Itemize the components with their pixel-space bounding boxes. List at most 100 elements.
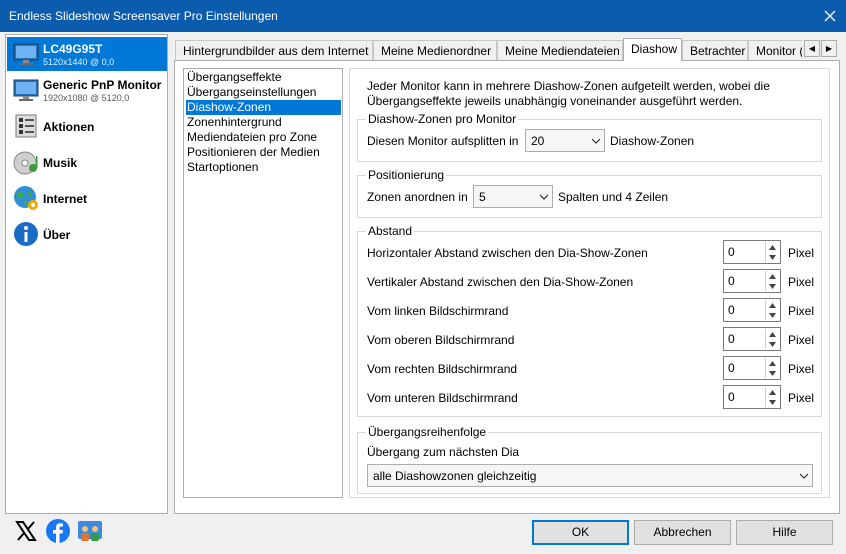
unit-label: Pixel: [788, 304, 815, 318]
nav-item-zonenhintergrund[interactable]: Zonenhintergrund: [186, 115, 341, 130]
spacing-label-left: Vom linken Bildschirmrand: [367, 304, 509, 318]
spin-down-icon[interactable]: [766, 252, 779, 262]
unit-label: Pixel: [788, 362, 815, 376]
position-suffix: Spalten und 4 Zeilen: [558, 190, 669, 204]
zones-count-select[interactable]: 20: [525, 129, 605, 152]
unit-label: Pixel: [788, 333, 815, 347]
left-item-lc49g95t[interactable]: LC49G95T 5120x1440 @ 0,0: [7, 37, 167, 71]
spin-up-icon[interactable]: [766, 271, 779, 281]
ok-button[interactable]: OK: [532, 520, 629, 545]
stepper-value: 0: [728, 361, 735, 375]
tab-label: Diashow: [631, 42, 678, 56]
spacing-label-right: Vom rechten Bildschirmrand: [367, 362, 518, 376]
community-icon[interactable]: [77, 518, 103, 544]
window-title: Endless Slideshow Screensaver Pro Einste…: [9, 9, 278, 23]
monitor-icon: [12, 40, 40, 68]
group-title: Übergangsreihenfolge: [366, 425, 489, 439]
tab-monitor[interactable]: Monitor ((: [748, 40, 802, 61]
spacing-vertical-stepper[interactable]: 0: [723, 269, 781, 293]
zones-suffix: Diashow-Zonen: [610, 134, 695, 148]
spin-down-icon[interactable]: [766, 281, 779, 291]
spacing-left-stepper[interactable]: 0: [723, 298, 781, 322]
nav-item-uebergangseinstellungen[interactable]: Übergangseinstellungen: [186, 85, 341, 100]
stepper-value: 0: [728, 303, 735, 317]
settings-nav-list: Übergangseffekte Übergangseinstellungen …: [183, 68, 343, 498]
stepper-value: 0: [728, 332, 735, 346]
select-value: 20: [531, 134, 545, 148]
left-category-list: LC49G95T 5120x1440 @ 0,0 Generic PnP Mon…: [5, 34, 168, 514]
columns-select[interactable]: 5: [473, 185, 553, 208]
select-value: alle Diashowzonen gleichzeitig: [373, 469, 537, 483]
help-button[interactable]: Hilfe: [736, 520, 833, 545]
spacing-horizontal-stepper[interactable]: 0: [723, 240, 781, 264]
spacing-bottom-stepper[interactable]: 0: [723, 385, 781, 409]
spin-down-icon[interactable]: [766, 397, 779, 407]
monitor-icon: [12, 76, 40, 104]
left-item-internet[interactable]: Internet: [7, 181, 167, 215]
tab-betrachter[interactable]: Betrachter: [682, 40, 748, 61]
tab-label: Meine Mediendateien: [505, 44, 620, 58]
spin-up-icon[interactable]: [766, 300, 779, 310]
spin-down-icon[interactable]: [766, 368, 779, 378]
left-item-label: Internet: [43, 192, 88, 206]
left-item-musik[interactable]: Musik: [7, 145, 167, 179]
spacing-top-stepper[interactable]: 0: [723, 327, 781, 351]
left-item-label: Musik: [43, 156, 78, 170]
info-icon: [12, 220, 40, 248]
spin-up-icon[interactable]: [766, 387, 779, 397]
nav-item-uebergangseffekte[interactable]: Übergangseffekte: [186, 70, 341, 85]
tab-meine-medienordner[interactable]: Meine Medienordner: [373, 40, 497, 61]
tab-label: Hintergrundbilder aus dem Internet: [183, 44, 369, 58]
chevron-down-icon: [800, 473, 808, 479]
left-item-label: LC49G95T: [43, 42, 103, 56]
spacing-label-top: Vom oberen Bildschirmrand: [367, 333, 515, 347]
spin-up-icon[interactable]: [766, 242, 779, 252]
tab-label: Monitor ((: [756, 44, 802, 58]
transition-order-select[interactable]: alle Diashowzonen gleichzeitig: [367, 464, 813, 487]
tab-hintergrundbilder[interactable]: Hintergrundbilder aus dem Internet: [175, 40, 373, 61]
tab-meine-mediendateien[interactable]: Meine Mediendateien: [497, 40, 623, 61]
spin-up-icon[interactable]: [766, 358, 779, 368]
left-item-aktionen[interactable]: Aktionen: [7, 109, 167, 143]
nav-item-positionieren-der-medien[interactable]: Positionieren der Medien: [186, 145, 341, 160]
spacing-right-stepper[interactable]: 0: [723, 356, 781, 380]
cancel-button[interactable]: Abbrechen: [634, 520, 731, 545]
group-title: Positionierung: [366, 168, 447, 182]
left-item-label: Über: [43, 228, 71, 242]
facebook-icon[interactable]: [45, 518, 71, 544]
internet-icon: [12, 184, 40, 212]
title-bar: Endless Slideshow Screensaver Pro Einste…: [0, 0, 846, 32]
zones-label: Diesen Monitor aufsplitten in: [367, 134, 519, 148]
spin-down-icon[interactable]: [766, 310, 779, 320]
music-icon: [12, 148, 40, 176]
tab-scroll-right-icon[interactable]: ▶: [821, 40, 837, 57]
nav-item-startoptionen[interactable]: Startoptionen: [186, 160, 341, 175]
group-title: Abstand: [366, 224, 415, 238]
tab-label: Betrachter: [690, 44, 746, 58]
spin-down-icon[interactable]: [766, 339, 779, 349]
spin-up-icon[interactable]: [766, 329, 779, 339]
description-text: Jeder Monitor kann in mehrere Diashow-Zo…: [367, 79, 770, 108]
left-item-resolution: 1920x1080 @ 5120,0: [43, 93, 130, 103]
actions-icon: [12, 112, 40, 140]
nav-item-mediendateien-pro-zone[interactable]: Mediendateien pro Zone: [186, 130, 341, 145]
nav-item-diashow-zonen[interactable]: Diashow-Zonen: [186, 100, 341, 115]
tab-diashow[interactable]: Diashow: [623, 38, 682, 61]
position-label: Zonen anordnen in: [367, 190, 468, 204]
left-item-label: Aktionen: [43, 120, 95, 134]
chevron-down-icon: [540, 194, 548, 200]
x-twitter-icon[interactable]: [13, 518, 39, 544]
close-icon[interactable]: [814, 0, 846, 32]
spacing-label-horizontal: Horizontaler Abstand zwischen den Dia-Sh…: [367, 246, 648, 260]
stepper-value: 0: [728, 245, 735, 259]
spacing-label-bottom: Vom unteren Bildschirmrand: [367, 391, 518, 405]
left-item-generic-pnp-monitor[interactable]: Generic PnP Monitor 1920x1080 @ 5120,0: [7, 73, 167, 107]
tab-label: Meine Medienordner: [381, 44, 492, 58]
left-item-resolution: 5120x1440 @ 0,0: [43, 57, 115, 67]
tab-strip: Hintergrundbilder aus dem Internet Meine…: [174, 38, 802, 61]
tab-scroll-left-icon[interactable]: ◀: [804, 40, 820, 57]
unit-label: Pixel: [788, 246, 815, 260]
unit-label: Pixel: [788, 391, 815, 405]
stepper-value: 0: [728, 274, 735, 288]
left-item-ueber[interactable]: Über: [7, 217, 167, 251]
